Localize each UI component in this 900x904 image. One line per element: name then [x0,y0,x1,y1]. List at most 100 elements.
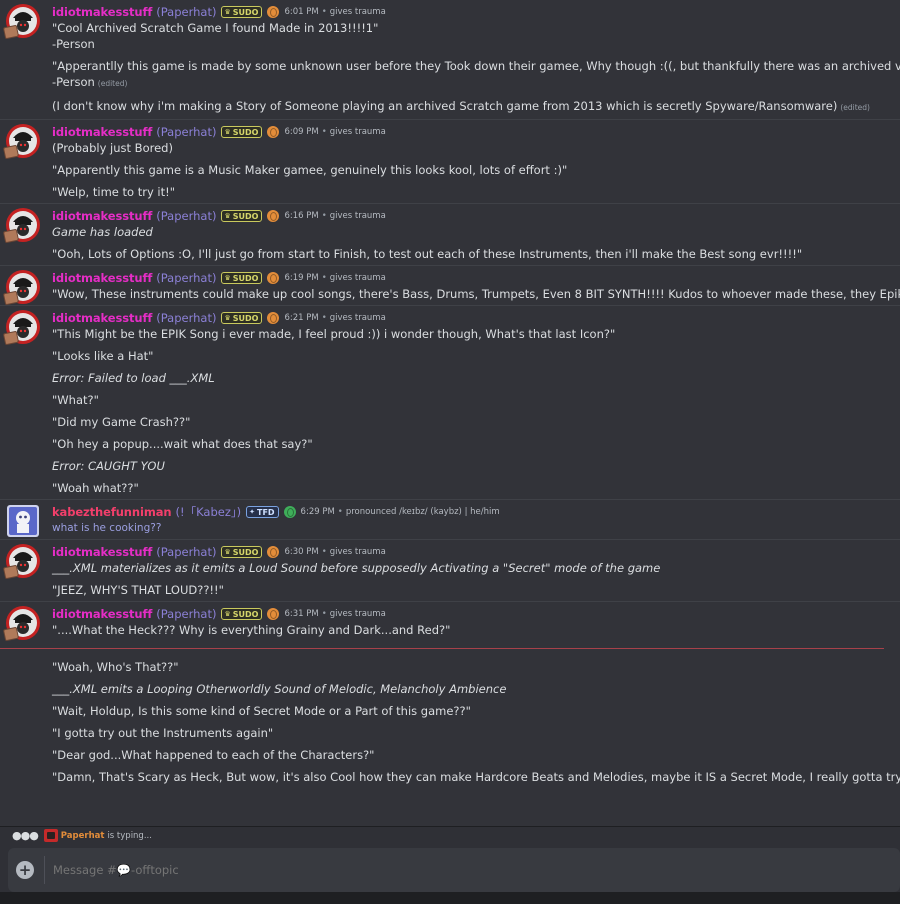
separator-dot: • [321,273,327,283]
timestamp[interactable]: 6:29 PM [301,507,335,517]
avatar[interactable] [2,4,40,40]
server-tag-badge[interactable]: ♛ SUDO [221,608,263,620]
separator-dot: • [321,547,327,557]
crown-icon: ♛ [224,314,231,322]
avatar[interactable] [2,124,40,160]
separator-dot: • [321,127,327,137]
username[interactable]: idiotmakesstuff [52,607,152,621]
timestamp[interactable]: 6:01 PM [284,7,318,17]
message-header: idiotmakesstuff (Paperhat) ♛ SUDO 6:09 PM • gi… [52,124,884,140]
globe-icon [267,272,280,284]
message-line: "Apparently this game is a Music Maker g… [52,162,884,178]
message-input[interactable] [53,863,653,877]
username[interactable]: idiotmakesstuff [52,271,152,285]
avatar[interactable] [2,544,40,580]
nickname: (Paperhat) [156,545,217,559]
add-attachment-button[interactable]: + [16,861,34,879]
message-line: "Dear god...What happened to each of the… [52,747,884,763]
message-text: "Wait, Holdup, Is this some kind of Secr… [52,704,471,718]
message-text: "Damn, That's Scary as Heck, But wow, it… [52,770,900,784]
tag-label: SUDO [232,211,259,221]
typing-username[interactable]: Paperhat [61,831,105,841]
tag-label: SUDO [232,7,259,17]
username[interactable]: idiotmakesstuff [52,209,152,223]
timestamp[interactable]: 6:31 PM [284,609,318,619]
message-line: "Ooh, Lots of Options :O, I'll just go f… [52,246,884,262]
user-status-text: gives trauma [329,313,386,323]
username[interactable]: idiotmakesstuff [52,5,152,19]
message-text: "Woah, Who's That??" [52,660,179,674]
message-line: "Damn, That's Scary as Heck, But wow, it… [52,769,900,785]
avatar[interactable] [6,504,40,538]
message-text: "Ooh, Lots of Options :O, I'll just go f… [52,247,803,261]
message-line: (Probably just Bored) [52,140,884,156]
message-line: "JEEZ, WHY'S THAT LOUD??!!" [52,582,884,598]
timestamp[interactable]: 6:16 PM [284,211,318,221]
message-group: kabezthefunniman (!「Kabez」) ✦ TFD 6:29 PM • pr… [0,499,900,539]
globe-icon [267,546,280,558]
message-text: "Apperantlly this game is made by some u… [52,59,900,73]
message-line: ___.XML emits a Looping Otherworldly Sou… [52,681,884,697]
message-composer[interactable]: + [8,848,900,892]
globe-icon [283,506,296,518]
message-group: idiotmakesstuff (Paperhat) ♛ SUDO 6:30 PM • gi… [0,539,900,601]
composer-divider [44,856,45,884]
avatar[interactable] [2,270,40,306]
timestamp[interactable]: 6:30 PM [284,547,318,557]
server-tag-badge[interactable]: ♛ SUDO [221,312,263,324]
avatar[interactable] [2,208,40,244]
message-line: "....What the Heck??? Why is everything … [52,622,884,638]
message-text: "Oh hey a popup....wait what does that s… [52,437,313,451]
crown-icon: ♛ [224,212,231,220]
avatar[interactable] [2,606,40,642]
server-tag-badge[interactable]: ✦ TFD [246,506,279,518]
nickname: (Paperhat) [156,607,217,621]
avatar[interactable] [2,310,40,346]
timestamp[interactable]: 6:19 PM [284,273,318,283]
username[interactable]: idiotmakesstuff [52,125,152,139]
username[interactable]: kabezthefunniman [52,505,172,519]
message-line: "What?" [52,392,884,408]
message-line: "Apperantlly this game is made by some u… [52,58,900,74]
user-status-text: gives trauma [329,609,386,619]
message-text: "Woah what??" [52,481,139,495]
message-line: "Woah what??" [52,480,884,496]
separator-dot: • [321,7,327,17]
message-header: idiotmakesstuff (Paperhat) ♛ SUDO 6:16 PM • gi… [52,208,884,224]
message-text: "Did my Game Crash??" [52,415,191,429]
tag-label: TFD [256,507,275,517]
new-messages-divider [0,648,884,649]
message-header: idiotmakesstuff (Paperhat) ♛ SUDO 6:21 PM • gi… [52,310,884,326]
nickname: (Paperhat) [156,271,217,285]
message-text: "What?" [52,393,99,407]
message-text: "JEEZ, WHY'S THAT LOUD??!!" [52,583,224,597]
timestamp[interactable]: 6:21 PM [284,313,318,323]
server-tag-badge[interactable]: ♛ SUDO [221,272,263,284]
message-group: idiotmakesstuff (Paperhat) ♛ SUDO 6:01 PM • gi… [0,0,900,119]
message-header: kabezthefunniman (!「Kabez」) ✦ TFD 6:29 PM • pr… [52,504,884,520]
tag-label: SUDO [232,609,259,619]
message-line: what is he cooking?? [52,520,884,536]
timestamp[interactable]: 6:09 PM [284,127,318,137]
typing-dots-icon: ●●● [12,829,39,842]
server-tag-badge[interactable]: ♛ SUDO [221,546,263,558]
user-status-text: pronounced /keɪbz/ (kaybz) | he/him [345,507,500,517]
message-list[interactable]: idiotmakesstuff (Paperhat) ♛ SUDO 6:01 PM • gi… [0,0,900,826]
server-tag-badge[interactable]: ♛ SUDO [221,6,263,18]
tag-label: SUDO [232,273,259,283]
message-text: "Cool Archived Scratch Game I found Made… [52,21,379,35]
message-line: (I don't know why i'm making a Story of … [52,98,884,116]
tag-label: SUDO [232,127,259,137]
crown-icon: ♛ [224,274,231,282]
server-tag-badge[interactable]: ♛ SUDO [221,210,263,222]
message-text: "Wow, These instruments could make up co… [52,287,900,301]
username[interactable]: idiotmakesstuff [52,311,152,325]
message-line: "Wow, These instruments could make up co… [52,286,900,302]
server-tag-badge[interactable]: ♛ SUDO [221,126,263,138]
username[interactable]: idiotmakesstuff [52,545,152,559]
separator-dot: • [337,507,343,517]
message-group: idiotmakesstuff (Paperhat) ♛ SUDO 6:09 PM • gi… [0,119,900,203]
message-group: idiotmakesstuff (Paperhat) ♛ SUDO 6:16 PM • gi… [0,203,900,265]
message-line: Game has loaded [52,224,884,240]
message-line: ___.XML materializes as it emits a Loud … [52,560,884,576]
